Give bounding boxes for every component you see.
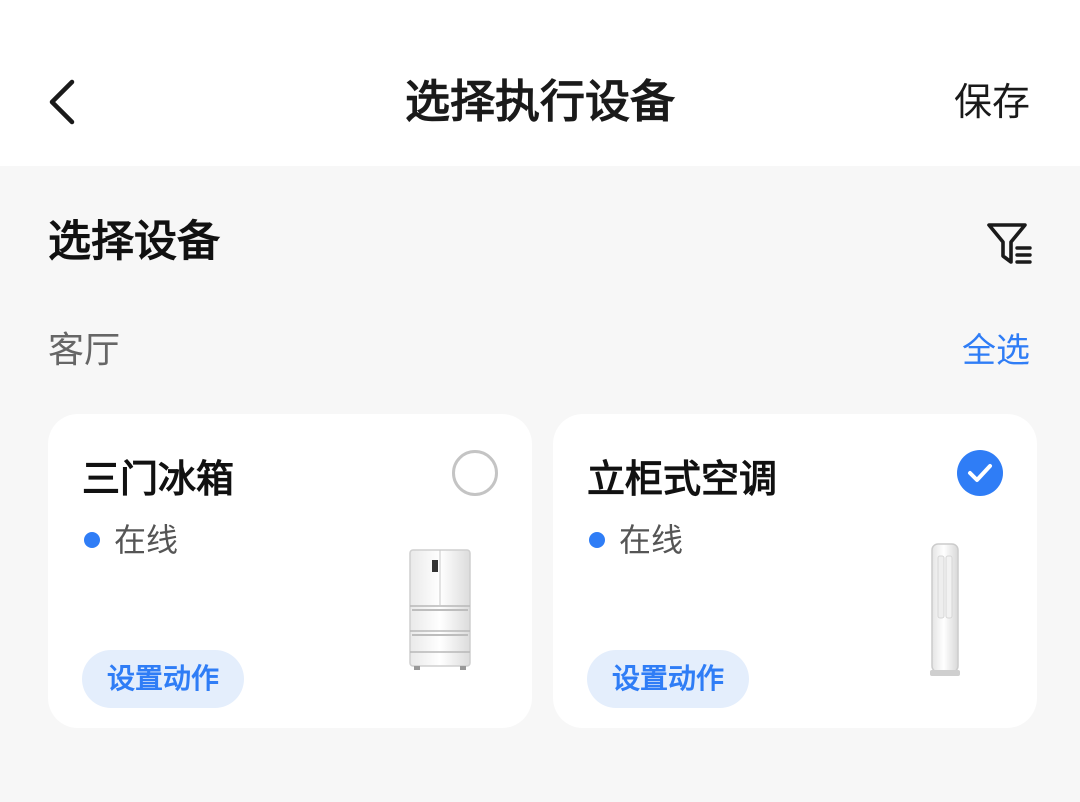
device-status: 在线	[84, 518, 178, 562]
select-radio-checked[interactable]	[957, 450, 1003, 496]
select-radio[interactable]	[452, 450, 498, 496]
save-button[interactable]: 保存	[954, 76, 1030, 128]
air-conditioner-image	[930, 543, 960, 676]
online-dot-icon	[589, 532, 605, 548]
online-dot-icon	[84, 532, 100, 548]
device-name: 三门冰箱	[82, 457, 235, 501]
page-title: 选择执行设备	[404, 75, 675, 128]
device-card-refrigerator[interactable]: 三门冰箱 在线 设置动作	[48, 414, 532, 728]
section-title: 选择设备	[48, 217, 220, 267]
set-action-button[interactable]: 设置动作	[587, 650, 749, 708]
device-card-air-conditioner[interactable]: 立柜式空调 在线 设置动作	[553, 414, 1037, 728]
select-all-button[interactable]: 全选	[962, 326, 1030, 376]
set-action-button[interactable]: 设置动作	[82, 650, 244, 708]
device-status: 在线	[589, 518, 683, 562]
refrigerator-image	[409, 549, 471, 670]
device-name: 立柜式空调	[587, 457, 778, 501]
status-text: 在线	[619, 521, 684, 559]
status-text: 在线	[114, 521, 179, 559]
top-bar: 选择执行设备 保存	[0, 0, 1080, 166]
room-label: 客厅	[48, 330, 121, 371]
filter-icon	[987, 223, 1032, 264]
check-icon	[968, 464, 992, 482]
filter-button[interactable]	[984, 220, 1036, 270]
